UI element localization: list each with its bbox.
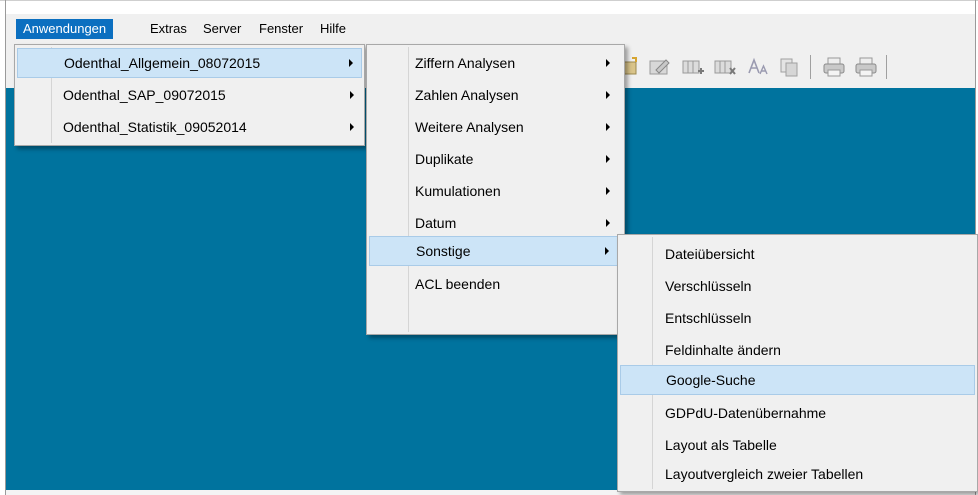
menu-item-label: Dateiübersicht [665, 246, 755, 262]
menu-item-label: Kumulationen [415, 183, 501, 199]
submenu-arrow-icon [606, 59, 610, 67]
edit-icon[interactable] [648, 56, 672, 78]
menu-item-label: Layoutvergleich zweier Tabellen [665, 466, 864, 482]
submenu-arrow-icon [606, 155, 610, 163]
menu-item-label: Sonstige [416, 243, 471, 259]
window-left-border [5, 0, 6, 495]
submenu-arrow-icon [606, 187, 610, 195]
window-top-border [0, 0, 978, 1]
add-field-icon[interactable] [681, 56, 705, 78]
submenu-arrow-icon [606, 91, 610, 99]
menu-item-label: Weitere Analysen [415, 119, 524, 135]
analysen-submenu: Ziffern Analysen Zahlen Analysen Weitere… [366, 44, 625, 335]
menu-item-label: Entschlüsseln [665, 310, 752, 326]
menu-item-layoutvergleich[interactable]: Layoutvergleich zweier Tabellen [620, 459, 975, 489]
menu-item-label: Odenthal_Allgemein_08072015 [64, 55, 261, 71]
menu-item-zahlen-analysen[interactable]: Zahlen Analysen [369, 80, 622, 110]
sonstige-submenu: Dateiübersicht Verschlüsseln Entschlüsse… [617, 234, 978, 492]
menu-item-label: ACL beenden [415, 276, 501, 292]
menu-item-odenthal-statistik[interactable]: Odenthal_Statistik_09052014 [17, 112, 362, 142]
menu-item-label: Duplikate [415, 151, 474, 167]
menubar: Anwendungen Extras Server Fenster Hilfe [6, 14, 975, 45]
anwendungen-dropdown: Odenthal_Allgemein_08072015 Odenthal_SAP… [14, 44, 365, 146]
print-icon[interactable] [854, 56, 878, 78]
menu-server[interactable]: Server [196, 19, 248, 39]
submenu-arrow-icon [606, 123, 610, 131]
menu-item-label: Layout als Tabelle [665, 437, 777, 453]
menu-item-label: Google-Suche [666, 372, 756, 388]
toolbar-separator [886, 55, 887, 79]
menu-item-gdpdu-datenuebernahme[interactable]: GDPdU-Datenübernahme [620, 398, 975, 428]
menu-item-feldinhalte-aendern[interactable]: Feldinhalte ändern [620, 335, 975, 365]
copy-icon[interactable] [778, 56, 802, 78]
menu-item-weitere-analysen[interactable]: Weitere Analysen [369, 112, 622, 142]
menu-item-label: Odenthal_Statistik_09052014 [63, 119, 247, 135]
menu-item-dateiuebersicht[interactable]: Dateiübersicht [620, 239, 975, 269]
menu-item-datum[interactable]: Datum [369, 208, 622, 238]
menu-item-ziffern-analysen[interactable]: Ziffern Analysen [369, 48, 622, 78]
delete-field-icon[interactable] [713, 56, 737, 78]
menu-extras[interactable]: Extras [143, 19, 194, 39]
menu-item-label: Datum [415, 215, 457, 231]
menu-item-label: Feldinhalte ändern [665, 342, 781, 358]
submenu-arrow-icon [350, 91, 354, 99]
menu-item-label: GDPdU-Datenübernahme [665, 405, 827, 421]
menu-item-layout-als-tabelle[interactable]: Layout als Tabelle [620, 430, 975, 460]
submenu-arrow-icon [349, 59, 353, 67]
menu-item-kumulationen[interactable]: Kumulationen [369, 176, 622, 206]
menu-anwendungen[interactable]: Anwendungen [16, 19, 114, 39]
menu-item-label: Verschlüsseln [665, 278, 752, 294]
menu-hilfe[interactable]: Hilfe [313, 19, 353, 39]
toolbar-separator [810, 55, 811, 79]
font-size-icon[interactable] [747, 56, 771, 78]
menu-item-duplikate[interactable]: Duplikate [369, 144, 622, 174]
menu-item-sonstige[interactable]: Sonstige [369, 236, 622, 266]
menu-item-odenthal-allgemein[interactable]: Odenthal_Allgemein_08072015 [17, 48, 362, 78]
menu-item-label: Zahlen Analysen [415, 87, 519, 103]
submenu-arrow-icon [606, 219, 610, 227]
submenu-arrow-icon [350, 123, 354, 131]
menu-item-label: Ziffern Analysen [415, 55, 516, 71]
submenu-arrow-icon [605, 247, 609, 255]
menu-item-acl-beenden[interactable]: ACL beenden [369, 269, 622, 299]
menu-item-entschluesseln[interactable]: Entschlüsseln [620, 303, 975, 333]
menu-fenster[interactable]: Fenster [252, 19, 310, 39]
menu-item-verschluesseln[interactable]: Verschlüsseln [620, 271, 975, 301]
menu-item-odenthal-sap[interactable]: Odenthal_SAP_09072015 [17, 80, 362, 110]
print-preview-icon[interactable] [822, 56, 846, 78]
menu-item-label: Odenthal_SAP_09072015 [63, 87, 226, 103]
menu-item-google-suche[interactable]: Google-Suche [620, 365, 975, 395]
